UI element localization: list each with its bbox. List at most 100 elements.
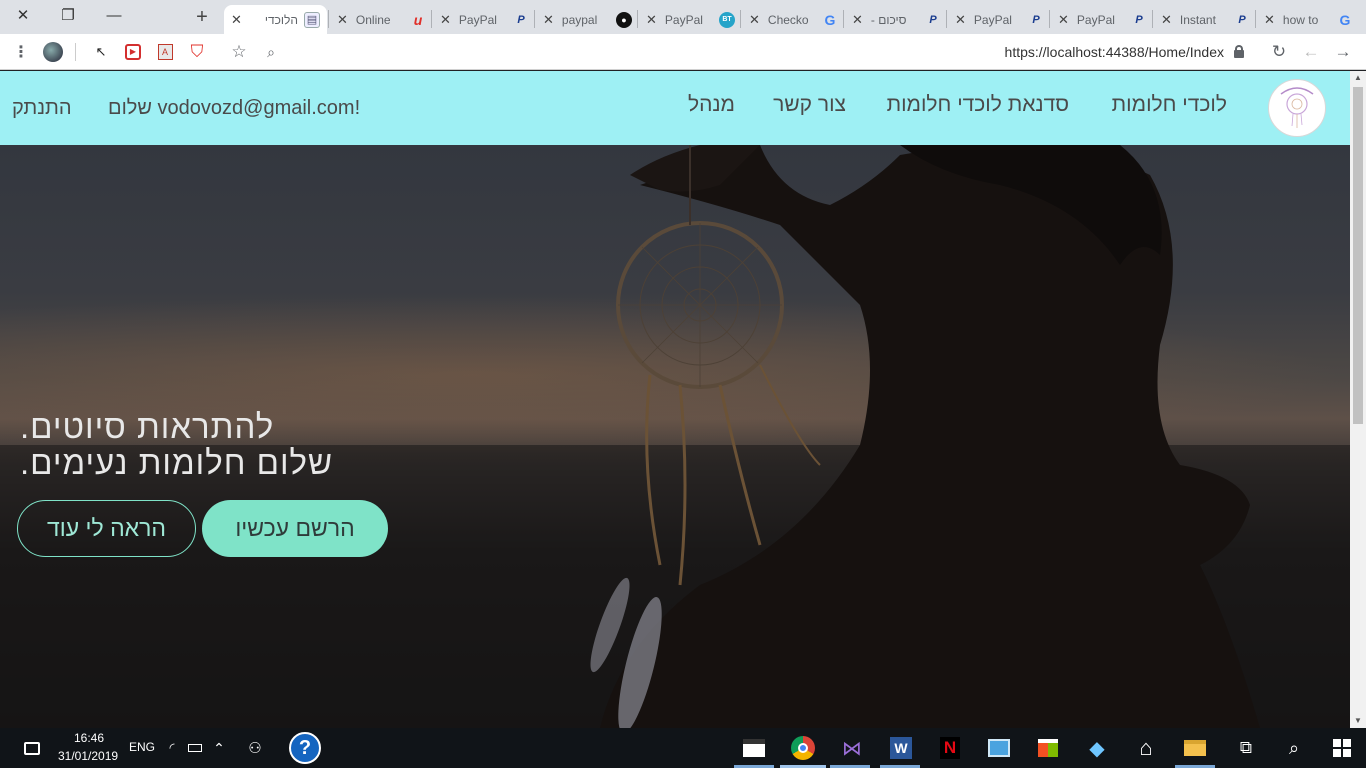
tab-close-icon[interactable]: ✕ (955, 12, 966, 28)
tab-close-icon[interactable]: ✕ (231, 12, 242, 28)
tab[interactable]: ✕ how to G (1257, 5, 1360, 34)
tab-title: Checko (767, 12, 809, 27)
action-center-icon[interactable] (18, 734, 46, 762)
scroll-down-arrow-icon[interactable]: ▼ (1350, 714, 1366, 728)
minimize-window-button[interactable]: — (91, 0, 137, 30)
google-icon: G (824, 11, 836, 28)
google-icon: G (1339, 11, 1351, 28)
movies-app-icon[interactable] (740, 734, 768, 762)
tab-close-icon[interactable]: ✕ (440, 12, 451, 28)
paypal-icon: P (929, 13, 937, 26)
search-icon[interactable]: ⌕ (1280, 734, 1308, 762)
tab[interactable]: ✕ Instant P (1154, 5, 1257, 34)
store-icon[interactable] (1034, 734, 1062, 762)
back-icon[interactable]: → (1333, 42, 1353, 62)
visual-studio-icon[interactable]: ⋈ (838, 734, 866, 762)
tab[interactable]: ✕ סיכום - P (845, 5, 948, 34)
tab-close-icon[interactable]: ✕ (852, 12, 863, 28)
hero-line-2: שלום חלומות נעימים. (20, 444, 334, 481)
windows-taskbar: 16:46 31/01/2019 ENG ◜ ⌃ ⚇ ? ⋈ W N ◆ ⌂ ⧉… (0, 728, 1366, 768)
tab[interactable]: ✕ Online u (330, 5, 433, 34)
tab[interactable]: ✕ הלוכדי ▤ (224, 5, 327, 34)
site-logo[interactable] (1268, 79, 1326, 137)
remote-desktop-icon[interactable] (985, 734, 1013, 762)
reload-icon[interactable]: ↻ (1269, 42, 1289, 62)
github-icon: ● (616, 11, 632, 28)
language-indicator[interactable]: ENG (129, 740, 155, 754)
word-icon[interactable]: W (887, 734, 915, 762)
paypal-icon: P (1238, 13, 1246, 26)
site-navbar: לוכדי חלומות סדנאת לוכדי חלומות צור קשר … (0, 71, 1350, 145)
tab[interactable]: ✕ PayPal P (1051, 5, 1154, 34)
paypal-icon: P (517, 13, 525, 26)
people-icon[interactable]: ⚇ (241, 734, 269, 762)
scroll-thumb[interactable] (1353, 87, 1363, 424)
kodi-icon[interactable]: ◆ (1083, 734, 1111, 762)
tab[interactable]: ✕ Checko G (742, 5, 845, 34)
hero-line-1: להתראות סיוטים. (20, 408, 275, 445)
nav-workshop-link[interactable]: סדנאת לוכדי חלומות (887, 93, 1069, 117)
tab-close-icon[interactable]: ✕ (749, 12, 760, 28)
register-now-button[interactable]: הרשם עכשיו (202, 500, 388, 557)
clock-date[interactable]: 31/01/2019 (58, 749, 118, 763)
nav-contact-link[interactable]: צור קשר (773, 93, 846, 117)
tab-close-icon[interactable]: ✕ (646, 12, 657, 28)
tab-title: PayPal (664, 12, 703, 27)
browser-toolbar: ⋮ ↖ ▶ A ⛉ ☆ ⌕ https://localhost:44388/Ho… (0, 34, 1366, 70)
tab[interactable]: ✕ PayPal BT (639, 5, 742, 34)
task-view-icon[interactable]: ⧉ (1232, 734, 1260, 762)
u-red-icon: u (413, 11, 423, 28)
clock-time[interactable]: 16:46 (74, 731, 104, 745)
tab-title: PayPal (458, 12, 497, 27)
windows-start-icon[interactable] (1328, 734, 1356, 762)
scroll-up-arrow-icon[interactable]: ▲ (1350, 71, 1366, 85)
tab-strip: ✕ ❐ — + ✕ הלוכדי ▤ ✕ Online u ✕ PayPal P… (0, 0, 1366, 34)
user-greeting[interactable]: שלום vodovozd@gmail.com! (108, 97, 360, 120)
hero-section: להתראות סיוטים. שלום חלומות נעימים. הרשם… (0, 145, 1350, 728)
tab-close-icon[interactable]: ✕ (337, 12, 348, 28)
page-scrollbar[interactable]: ▲ ▼ (1350, 71, 1366, 728)
tab-close-icon[interactable]: ✕ (1264, 12, 1275, 28)
forward-icon[interactable]: ← (1301, 42, 1321, 62)
logout-link[interactable]: התנתק (12, 97, 72, 120)
tab-title: סיכום - (870, 12, 907, 27)
help-icon[interactable]: ? (288, 731, 322, 765)
url-text[interactable]: https://localhost:44388/Home/Index (1005, 44, 1224, 60)
tab-title: PayPal (973, 12, 1012, 27)
paypal-icon: P (1032, 13, 1040, 26)
dreamcatcher-logo-icon (1280, 87, 1314, 128)
file-explorer-icon[interactable] (1181, 734, 1209, 762)
cursor-extension-icon[interactable]: ↖ (91, 42, 111, 62)
video-extension-icon[interactable]: ▶ (123, 42, 143, 62)
paypal-icon: P (1135, 13, 1143, 26)
nav-brand-link[interactable]: לוכדי חלומות (1112, 93, 1227, 117)
tab-title: paypal (561, 12, 598, 27)
tab-title: how to (1282, 12, 1319, 27)
tab-title: הלוכדי (264, 12, 298, 27)
show-hidden-icons-icon[interactable]: ⌃ (205, 734, 233, 762)
pdf-extension-icon[interactable]: A (155, 42, 175, 62)
new-tab-button[interactable]: + (190, 6, 214, 28)
menu-kebab-icon[interactable]: ⋮ (11, 42, 31, 62)
address-bar[interactable]: https://localhost:44388/Home/Index (218, 38, 1258, 66)
tab-close-icon[interactable]: ✕ (543, 12, 554, 28)
netflix-icon[interactable]: N (936, 734, 964, 762)
tab[interactable]: ✕ PayPal P (948, 5, 1051, 34)
tab-title: Online (355, 12, 391, 27)
lock-icon (1234, 45, 1244, 58)
shield-extension-icon[interactable]: ⛉ (187, 42, 207, 62)
tab[interactable]: ✕ PayPal P (433, 5, 536, 34)
show-more-button[interactable]: הראה לי עוד (17, 500, 196, 557)
tab-close-icon[interactable]: ✕ (1161, 12, 1172, 28)
restore-window-button[interactable]: ❐ (45, 0, 91, 30)
nav-admin-link[interactable]: מנהל (688, 93, 735, 117)
tab-title: PayPal (1076, 12, 1115, 27)
tab[interactable]: ✕ paypal ● (536, 5, 639, 34)
close-window-button[interactable]: ✕ (0, 0, 46, 30)
tab-close-icon[interactable]: ✕ (1058, 12, 1069, 28)
tab-title: Instant (1179, 12, 1216, 27)
profile-avatar-icon[interactable] (43, 42, 63, 62)
home-icon[interactable]: ⌂ (1132, 734, 1160, 762)
chrome-icon[interactable] (789, 734, 817, 762)
document-icon: ▤ (304, 11, 320, 28)
